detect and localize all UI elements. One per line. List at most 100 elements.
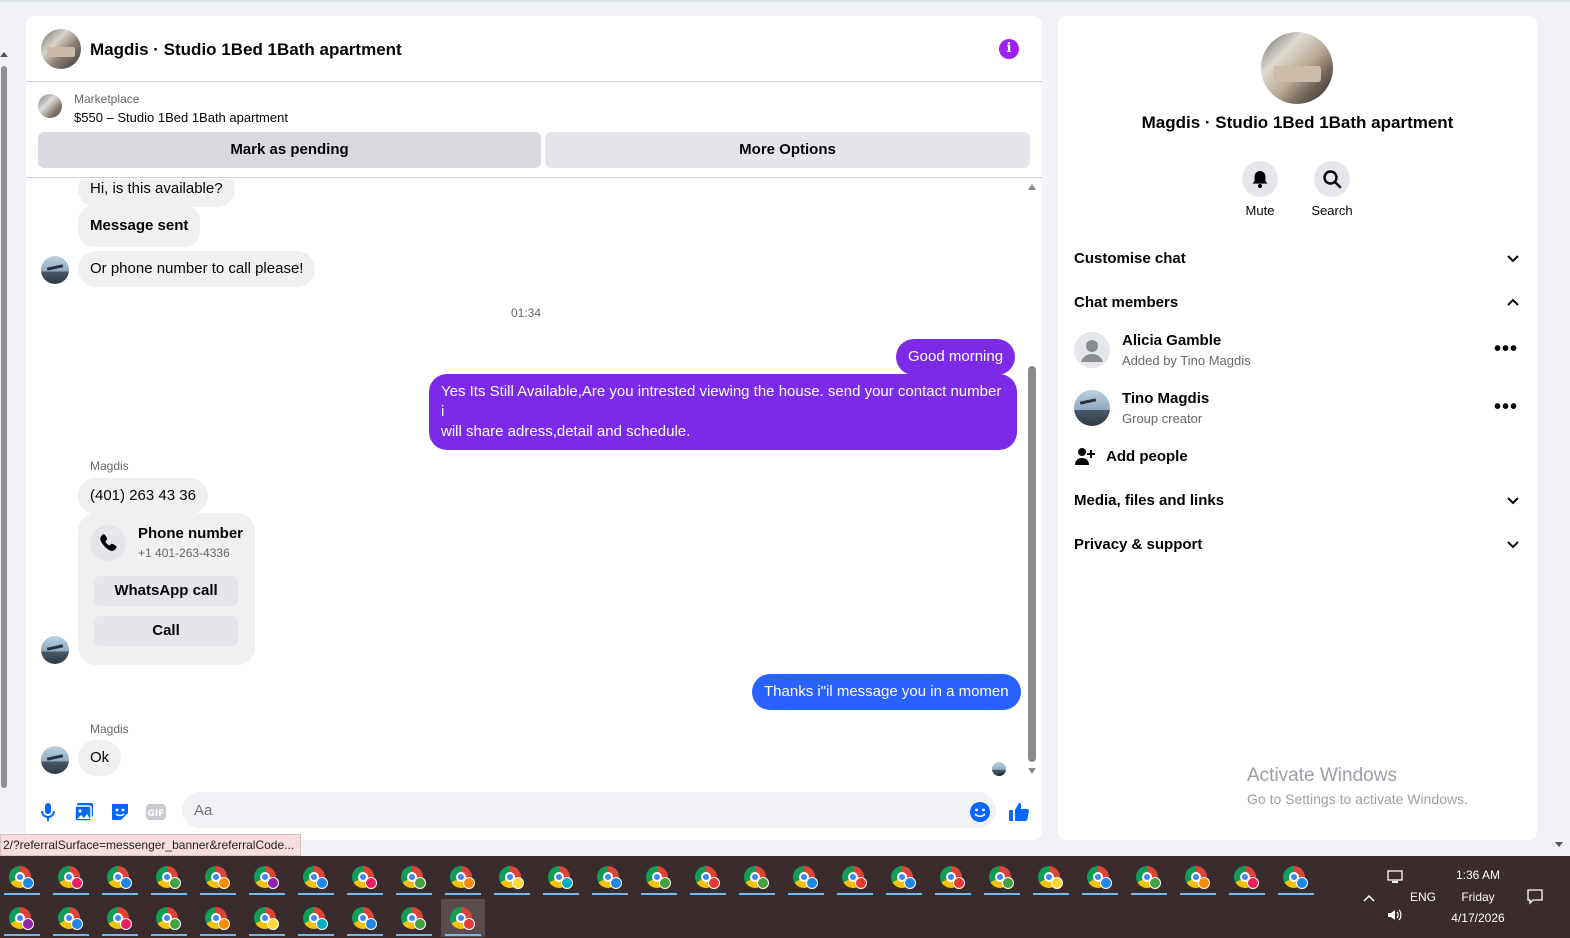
member-name[interactable]: Tino Magdis (1122, 390, 1209, 407)
chat-scroll-thumb[interactable] (1028, 366, 1036, 762)
sender-avatar[interactable] (41, 256, 69, 284)
taskbar-chrome-window[interactable] (539, 858, 583, 896)
taskbar-chrome-window[interactable] (1176, 858, 1220, 896)
page-scroll-down-arrow[interactable] (1555, 842, 1563, 847)
search-button[interactable] (1314, 161, 1350, 197)
taskbar-chrome-window[interactable] (686, 858, 730, 896)
taskbar-chrome-window[interactable] (343, 858, 387, 896)
member-avatar-default[interactable] (1074, 332, 1110, 368)
sticker-icon[interactable] (108, 800, 132, 824)
media-files-links-row[interactable]: Media, files and links (1074, 492, 1224, 509)
taskbar-chrome-window[interactable] (98, 899, 142, 937)
add-people-button[interactable]: Add people (1106, 448, 1188, 465)
member-avatar[interactable] (1074, 390, 1110, 426)
profile-badge-icon (610, 877, 622, 889)
taskbar-chrome-window[interactable] (49, 899, 93, 937)
taskbar-chrome-window[interactable] (980, 858, 1024, 896)
running-indicator (494, 893, 530, 895)
taskbar-chrome-window[interactable] (196, 858, 240, 896)
like-thumbs-up-icon[interactable] (1007, 800, 1031, 824)
clock-day[interactable]: Friday (1440, 890, 1516, 904)
page-scroll-up-arrow[interactable] (0, 52, 8, 57)
taskbar-chrome-window[interactable] (0, 858, 44, 896)
profile-badge-icon (120, 918, 132, 930)
running-indicator (1180, 893, 1216, 895)
taskbar-chrome-window[interactable] (147, 858, 191, 896)
taskbar-chrome-window[interactable] (0, 899, 44, 937)
emoji-icon[interactable] (968, 800, 992, 824)
taskbar-chrome-window[interactable] (1078, 858, 1122, 896)
chevron-down-icon[interactable] (1506, 252, 1520, 266)
chat-title[interactable]: Magdis · Studio 1Bed 1Bath apartment (90, 40, 402, 60)
taskbar-chrome-window[interactable] (1225, 858, 1269, 896)
taskbar-chrome-window[interactable] (294, 858, 338, 896)
sender-avatar[interactable] (41, 746, 69, 774)
listing-thumbnail[interactable] (38, 94, 62, 118)
customise-chat-row[interactable]: Customise chat (1074, 250, 1186, 267)
profile-badge-icon (120, 877, 132, 889)
page-scrollbar[interactable] (0, 52, 8, 792)
taskbar-chrome-window[interactable] (735, 858, 779, 896)
tray-chevron-up-icon[interactable] (1362, 890, 1376, 902)
running-indicator (4, 934, 40, 936)
taskbar-chrome-window[interactable] (833, 858, 877, 896)
sender-avatar[interactable] (41, 636, 69, 664)
volume-icon[interactable] (1386, 908, 1404, 922)
chevron-down-icon[interactable] (1506, 538, 1520, 552)
gif-icon[interactable]: GIF (144, 800, 168, 824)
chat-scrollbar[interactable] (1026, 184, 1038, 778)
taskbar-chrome-window[interactable] (49, 858, 93, 896)
taskbar-chrome-window[interactable] (588, 858, 632, 896)
chat-scroll-up-arrow[interactable] (1028, 184, 1036, 190)
taskbar-chrome-window[interactable] (441, 899, 485, 937)
info-icon[interactable]: i (999, 39, 1019, 59)
chat-members-row[interactable]: Chat members (1074, 294, 1178, 311)
taskbar-chrome-window[interactable] (294, 899, 338, 937)
group-avatar[interactable] (1261, 32, 1333, 104)
running-indicator (445, 934, 481, 936)
chevron-up-icon[interactable] (1506, 295, 1520, 309)
taskbar-chrome-window[interactable] (1029, 858, 1073, 896)
action-center-icon[interactable] (1526, 888, 1544, 906)
chevron-down-icon[interactable] (1506, 494, 1520, 508)
clock-date[interactable]: 4/17/2026 (1440, 911, 1516, 925)
listing-price-title[interactable]: $550 – Studio 1Bed 1Bath apartment (74, 110, 288, 125)
taskbar-chrome-window[interactable] (98, 858, 142, 896)
taskbar-chrome-window[interactable] (490, 858, 534, 896)
call-button[interactable]: Call (94, 616, 238, 646)
network-icon[interactable] (1386, 870, 1404, 884)
taskbar-chrome-window[interactable] (196, 899, 240, 937)
mute-button[interactable] (1242, 161, 1278, 197)
member-name[interactable]: Alicia Gamble (1122, 332, 1221, 349)
page-scroll-thumb[interactable] (1, 66, 7, 788)
member-options-icon[interactable]: ••• (1494, 339, 1518, 359)
taskbar-chrome-window[interactable] (1127, 858, 1171, 896)
taskbar-chrome-window[interactable] (343, 899, 387, 937)
whatsapp-call-button[interactable]: WhatsApp call (94, 576, 238, 606)
photo-icon[interactable] (72, 800, 96, 824)
taskbar-chrome-window[interactable] (245, 899, 289, 937)
clock-time[interactable]: 1:36 AM (1440, 868, 1516, 882)
mark-as-pending-button[interactable]: Mark as pending (38, 132, 541, 168)
taskbar-chrome-window[interactable] (637, 858, 681, 896)
taskbar-chrome-window[interactable] (392, 899, 436, 937)
microphone-icon[interactable] (36, 800, 60, 824)
taskbar-chrome-window[interactable] (931, 858, 975, 896)
taskbar-chrome-window[interactable] (1274, 858, 1318, 896)
taskbar-chrome-window[interactable] (147, 899, 191, 937)
message-input[interactable] (182, 792, 996, 828)
taskbar-chrome-window[interactable] (392, 858, 436, 896)
taskbar-chrome-window[interactable] (784, 858, 828, 896)
taskbar-chrome-window[interactable] (441, 858, 485, 896)
member-options-icon[interactable]: ••• (1494, 397, 1518, 417)
taskbar-chrome-window[interactable] (245, 858, 289, 896)
add-person-icon[interactable] (1074, 445, 1096, 467)
seen-receipt-avatar (992, 762, 1006, 776)
taskbar-chrome-window[interactable] (882, 858, 926, 896)
chat-scroll-down-arrow[interactable] (1028, 768, 1036, 774)
language-indicator[interactable]: ENG (1410, 890, 1436, 904)
listing-kind: Marketplace (74, 92, 140, 106)
privacy-support-row[interactable]: Privacy & support (1074, 536, 1202, 553)
more-options-button[interactable]: More Options (545, 132, 1030, 168)
chat-avatar[interactable] (41, 29, 81, 69)
